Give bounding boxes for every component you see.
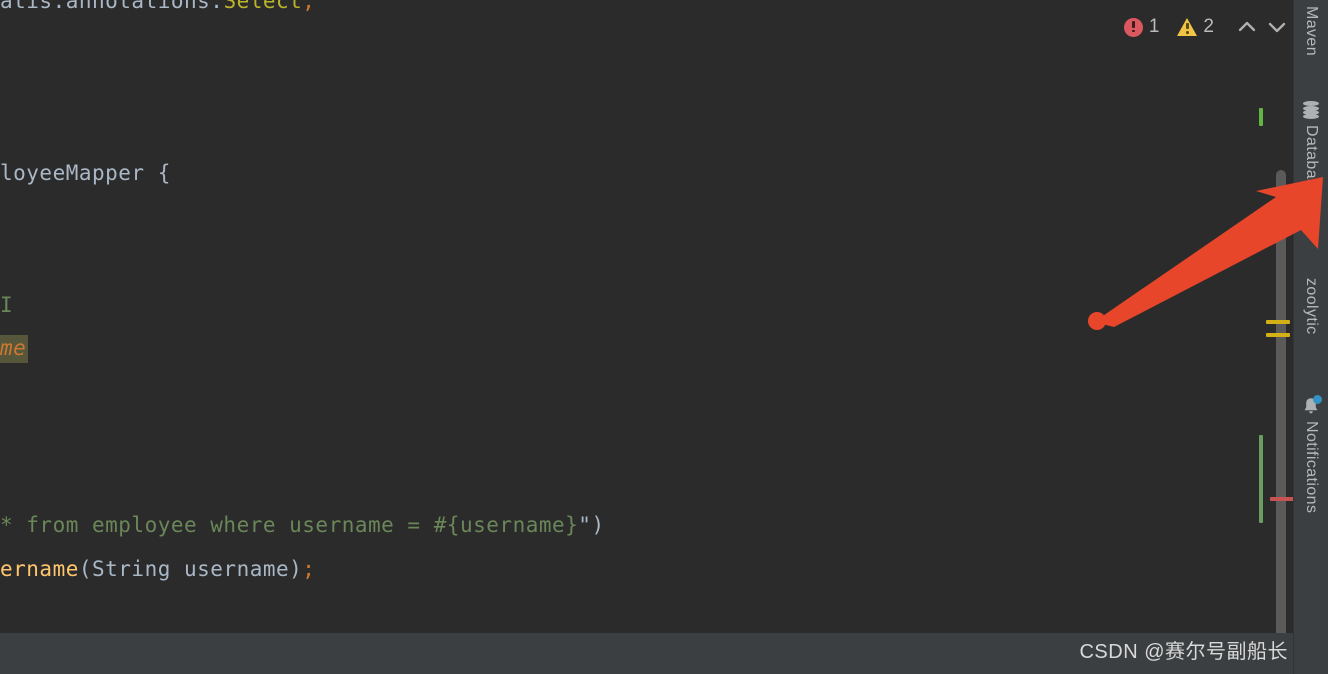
next-problem-button[interactable] <box>1262 12 1292 42</box>
code-line-annotation-fragment[interactable]: I <box>0 292 13 318</box>
tool-window-button-database[interactable]: Database <box>1294 100 1328 197</box>
sql-string-token: * from employee where username = #{usern… <box>0 513 579 537</box>
code-line-import[interactable]: atis.annotations.Select; <box>0 0 315 14</box>
warning-stripe-2[interactable] <box>1266 333 1290 337</box>
bell-icon <box>1301 395 1322 416</box>
method-name-token: ername <box>0 557 79 581</box>
code-line-sql-select[interactable]: * from employee where username = #{usern… <box>0 512 605 538</box>
method-params-token: (String username) <box>78 557 303 581</box>
change-marker-green-bottom[interactable] <box>1259 435 1263 523</box>
import-semicolon-token: ; <box>302 0 316 13</box>
error-stripe-gutter[interactable] <box>1258 0 1294 640</box>
warning-indicator[interactable]: 2 <box>1177 16 1214 38</box>
inspection-widget[interactable]: 1 2 <box>1123 12 1292 42</box>
database-cylinder-icon <box>1301 100 1321 120</box>
error-count: 1 <box>1148 16 1160 37</box>
tool-window-button-maven[interactable]: Maven <box>1294 6 1328 56</box>
tool-window-label-database: Database <box>1303 125 1320 197</box>
import-annotation-token: Select <box>223 0 303 13</box>
previous-problem-button[interactable] <box>1232 12 1262 42</box>
highlighted-identifier-token: me <box>0 335 29 363</box>
tool-window-label-zoolytic: zoolytic <box>1303 278 1320 335</box>
watermark-text: CSDN @赛尔号副船长 <box>1079 641 1288 663</box>
tool-window-label-maven: Maven <box>1303 6 1320 57</box>
code-line-interface[interactable]: loyeeMapper { <box>0 160 171 186</box>
warning-triangle-icon <box>1177 18 1198 36</box>
code-line-identifier-fragment[interactable]: me <box>0 335 29 363</box>
right-tool-window-bar[interactable]: Maven Database zoolytic Notifications <box>1293 0 1328 674</box>
editor-scrollbar-thumb[interactable] <box>1276 170 1286 640</box>
tool-window-button-notifications[interactable]: Notifications <box>1294 395 1328 514</box>
import-path-token: atis.annotations. <box>0 0 224 13</box>
error-stripe-red[interactable] <box>1270 497 1294 501</box>
error-indicator[interactable]: 1 <box>1123 16 1160 38</box>
tool-window-button-zoolytic[interactable]: zoolytic <box>1294 278 1328 335</box>
code-editor[interactable]: atis.annotations.Select; loyeeMapper { I… <box>0 0 1266 633</box>
sql-string-tail-token: ") <box>578 513 605 537</box>
code-line-method-signature[interactable]: ername(String username); <box>0 556 315 582</box>
notification-badge-dot <box>1313 395 1322 404</box>
interface-name-token: loyeeMapper { <box>0 161 171 185</box>
warning-count: 2 <box>1203 16 1214 37</box>
annotation-fragment-token: I <box>0 293 14 317</box>
tool-window-label-notifications: Notifications <box>1303 421 1320 514</box>
warning-stripe-1[interactable] <box>1266 320 1290 324</box>
chevron-up-icon <box>1238 21 1256 32</box>
error-circle-icon <box>1123 17 1143 37</box>
method-semicolon-token: ; <box>302 557 316 581</box>
chevron-down-icon <box>1268 22 1286 33</box>
change-marker-green-top[interactable] <box>1259 108 1263 126</box>
